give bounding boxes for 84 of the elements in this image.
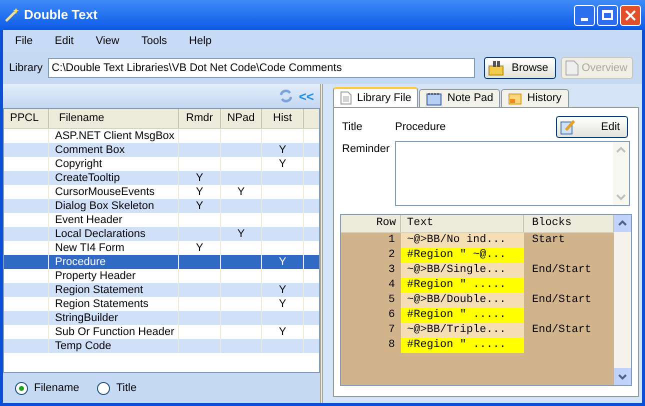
- code-text-cell: ~@>BB/Single...: [401, 263, 524, 278]
- file-row[interactable]: Local Declarations Y: [4, 227, 319, 241]
- filename-text: Comment Box: [55, 144, 125, 156]
- library-path-field[interactable]: C:\Double Text Libraries\VB Dot Net Code\Code Comments: [48, 58, 475, 78]
- column-header[interactable]: NPad: [221, 109, 262, 128]
- filename-text: ASP.NET Client MsgBox: [55, 130, 174, 142]
- code-text-cell: ~@>BB/No ind...: [401, 233, 524, 248]
- close-button[interactable]: [620, 4, 641, 26]
- minimize-button[interactable]: [574, 4, 595, 26]
- file-row[interactable]: Comment Box Y: [4, 143, 319, 157]
- filename-text: Region Statements: [55, 298, 149, 310]
- filename-text: Copyright: [55, 158, 102, 170]
- code-text-cell: #Region " ~@...: [401, 248, 524, 263]
- blocks-cell-text: Start: [531, 233, 566, 248]
- column-header[interactable]: PPCL: [4, 109, 49, 128]
- file-row[interactable]: Dialog Box Skeleton Y: [4, 199, 319, 213]
- column-header[interactable]: Row: [341, 215, 401, 232]
- blocks-cell-text: End/Start: [531, 293, 592, 308]
- scroll-down-icon[interactable]: [614, 368, 631, 385]
- filename-text: CreateTooltip: [55, 172, 120, 184]
- row-number: 5: [387, 293, 396, 308]
- filename-text: Sub Or Function Header: [55, 326, 174, 338]
- file-row[interactable]: Procedure Y: [4, 255, 319, 269]
- filename-text: Property Header: [55, 270, 136, 282]
- document-icon: [340, 91, 352, 105]
- tab[interactable]: Note Pad: [419, 89, 500, 107]
- edit-button[interactable]: Edit: [556, 116, 628, 138]
- tab[interactable]: History: [501, 89, 569, 107]
- folder-binoculars-icon: [488, 60, 504, 76]
- column-header[interactable]: Text: [401, 215, 524, 232]
- maximize-button[interactable]: [597, 4, 618, 26]
- refresh-icon[interactable]: [278, 89, 293, 103]
- file-row[interactable]: StringBuilder: [4, 311, 319, 325]
- blocks-cell-text: End/Start: [531, 323, 592, 338]
- tab[interactable]: Library File: [333, 87, 418, 107]
- menu-item[interactable]: File: [15, 32, 33, 50]
- filename-text: Temp Code: [55, 340, 112, 352]
- history-icon: [508, 92, 522, 104]
- scroll-up-icon[interactable]: [614, 215, 631, 232]
- column-header[interactable]: Hist: [262, 109, 304, 128]
- menu-item[interactable]: View: [96, 32, 120, 50]
- row-number: 6: [387, 308, 396, 323]
- notepad-icon: [426, 92, 442, 106]
- menu-item[interactable]: Edit: [54, 32, 74, 50]
- filename-text: CursorMouseEvents: [55, 186, 155, 198]
- row-number: 8: [387, 338, 396, 353]
- menu-item[interactable]: Tools: [141, 32, 168, 50]
- row-number: 3: [387, 263, 396, 278]
- row-number: 1: [387, 233, 396, 248]
- file-row[interactable]: Region Statement Y: [4, 283, 319, 297]
- column-header[interactable]: Rmdr: [179, 109, 221, 128]
- document-icon: [564, 60, 579, 76]
- browse-button[interactable]: Browse: [484, 57, 556, 79]
- library-label: Library: [9, 60, 43, 76]
- file-row[interactable]: CreateTooltip Y: [4, 171, 319, 185]
- pencil-icon: [560, 119, 576, 135]
- menu-item[interactable]: Help: [189, 32, 212, 50]
- code-text-cell: ~@>BB/Triple...: [401, 323, 524, 338]
- close-icon: [625, 10, 636, 20]
- blocks-cell-text: End/Start: [531, 263, 592, 278]
- code-text-cell: #Region " .....: [401, 338, 524, 353]
- filename-text: Dialog Box Skeleton: [55, 200, 154, 212]
- title-label: Title: [341, 120, 364, 135]
- code-text-cell: #Region " .....: [401, 278, 524, 293]
- row-number: 4: [387, 278, 396, 293]
- filename-text: Local Declarations: [55, 228, 146, 240]
- window-title: Double Text: [24, 6, 98, 24]
- code-text-cell: #Region " .....: [401, 308, 524, 323]
- filename-text: StringBuilder: [55, 312, 118, 324]
- filename-text: Region Statement: [55, 284, 144, 296]
- row-number: 2: [387, 248, 396, 263]
- code-text-cell: ~@>BB/Double...: [401, 293, 524, 308]
- filename-text: New TI4 Form: [55, 242, 124, 254]
- scrollbar[interactable]: [614, 215, 631, 385]
- filename-text: Event Header: [55, 214, 122, 226]
- reminder-label: Reminder: [341, 142, 391, 157]
- file-row[interactable]: Temp Code: [4, 339, 319, 353]
- filename-text: Procedure: [55, 256, 106, 268]
- column-header[interactable]: Filename: [49, 109, 179, 128]
- wand-icon: [4, 7, 20, 23]
- sort-radio[interactable]: Filename: [15, 380, 80, 396]
- sort-radio[interactable]: Title: [97, 380, 137, 396]
- row-number: 7: [387, 323, 396, 338]
- title-value: Procedure: [395, 120, 447, 135]
